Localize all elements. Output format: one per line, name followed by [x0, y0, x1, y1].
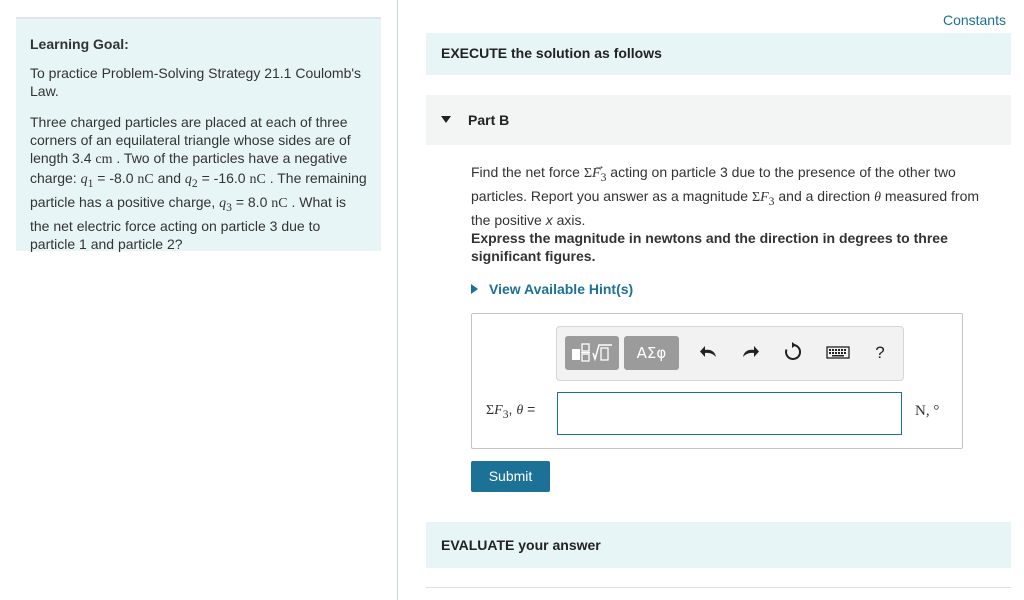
- help-icon[interactable]: ?: [868, 341, 892, 365]
- answer-units: N, °: [915, 403, 940, 419]
- part-b-header[interactable]: Part B: [426, 95, 1011, 145]
- force-symbol: F: [760, 189, 769, 205]
- constants-link[interactable]: Constants: [943, 12, 1006, 28]
- math-toolbar: ΑΣφ ?: [556, 326, 904, 381]
- force-symbol: F: [494, 403, 503, 418]
- part-label: Part B: [468, 112, 510, 128]
- unit-nc: nC: [271, 195, 288, 211]
- templates-icon: [572, 343, 612, 362]
- learning-goal-panel: Learning Goal: To practice Problem-Solvi…: [16, 17, 381, 253]
- sigma-symbol: Σ: [583, 166, 592, 181]
- answer-input[interactable]: [557, 392, 902, 435]
- redo-icon[interactable]: [738, 341, 762, 365]
- evaluate-header: EVALUATE your answer: [426, 522, 1011, 568]
- execute-header: EXECUTE the solution as follows: [426, 33, 1011, 75]
- submit-button[interactable]: Submit: [471, 461, 550, 492]
- problem-text: = -8.0: [93, 170, 138, 186]
- question-text: Find the net force ΣF → 3 acting on partic…: [471, 160, 1001, 229]
- answer-box: ΑΣφ ? ΣF3, θ = N, °: [471, 313, 963, 449]
- sigma-symbol: Σ: [486, 403, 495, 418]
- unit-nc: nC: [249, 172, 266, 187]
- problem-text: = -16.0: [197, 170, 250, 186]
- hints-label: View Available Hint(s): [489, 281, 634, 297]
- problem-statement: Three charged particles are placed at ea…: [30, 113, 367, 253]
- force-vector-symbol: F →: [592, 160, 605, 181]
- unit-cm: cm: [95, 152, 113, 167]
- expand-triangle-icon: [471, 284, 478, 294]
- collapse-triangle-icon[interactable]: [441, 116, 451, 123]
- keyboard-icon[interactable]: [825, 341, 851, 365]
- q2-symbol: q: [184, 172, 192, 187]
- problem-text: = 8.0: [231, 193, 272, 210]
- templates-button[interactable]: [565, 336, 619, 370]
- panel-divider: [397, 0, 398, 600]
- answer-label: ΣF3, θ =: [486, 401, 535, 421]
- x-symbol: x: [545, 211, 553, 228]
- learning-goal-title: Learning Goal:: [30, 36, 129, 52]
- question-segment: and a direction: [774, 187, 875, 204]
- view-hints-link[interactable]: View Available Hint(s): [471, 281, 633, 297]
- instructions: Express the magnitude in newtons and the…: [471, 230, 948, 264]
- undo-icon[interactable]: [697, 341, 721, 365]
- question-segment: Find the net force: [471, 164, 584, 180]
- problem-text: and: [153, 170, 185, 186]
- label-equals: =: [523, 401, 536, 417]
- bottom-divider: [426, 587, 1011, 588]
- theta-symbol: θ: [874, 189, 881, 205]
- reset-icon[interactable]: [781, 341, 805, 365]
- sigma-symbol: Σ: [751, 189, 761, 205]
- unit-nc: nC: [137, 172, 154, 187]
- question-segment: axis.: [552, 211, 586, 228]
- q1-symbol: q: [80, 172, 88, 187]
- vector-arrow-icon: →: [594, 160, 605, 172]
- greek-symbols-button[interactable]: ΑΣφ: [624, 336, 679, 370]
- learning-goal-text: To practice Problem-Solving Strategy 21.…: [30, 65, 362, 99]
